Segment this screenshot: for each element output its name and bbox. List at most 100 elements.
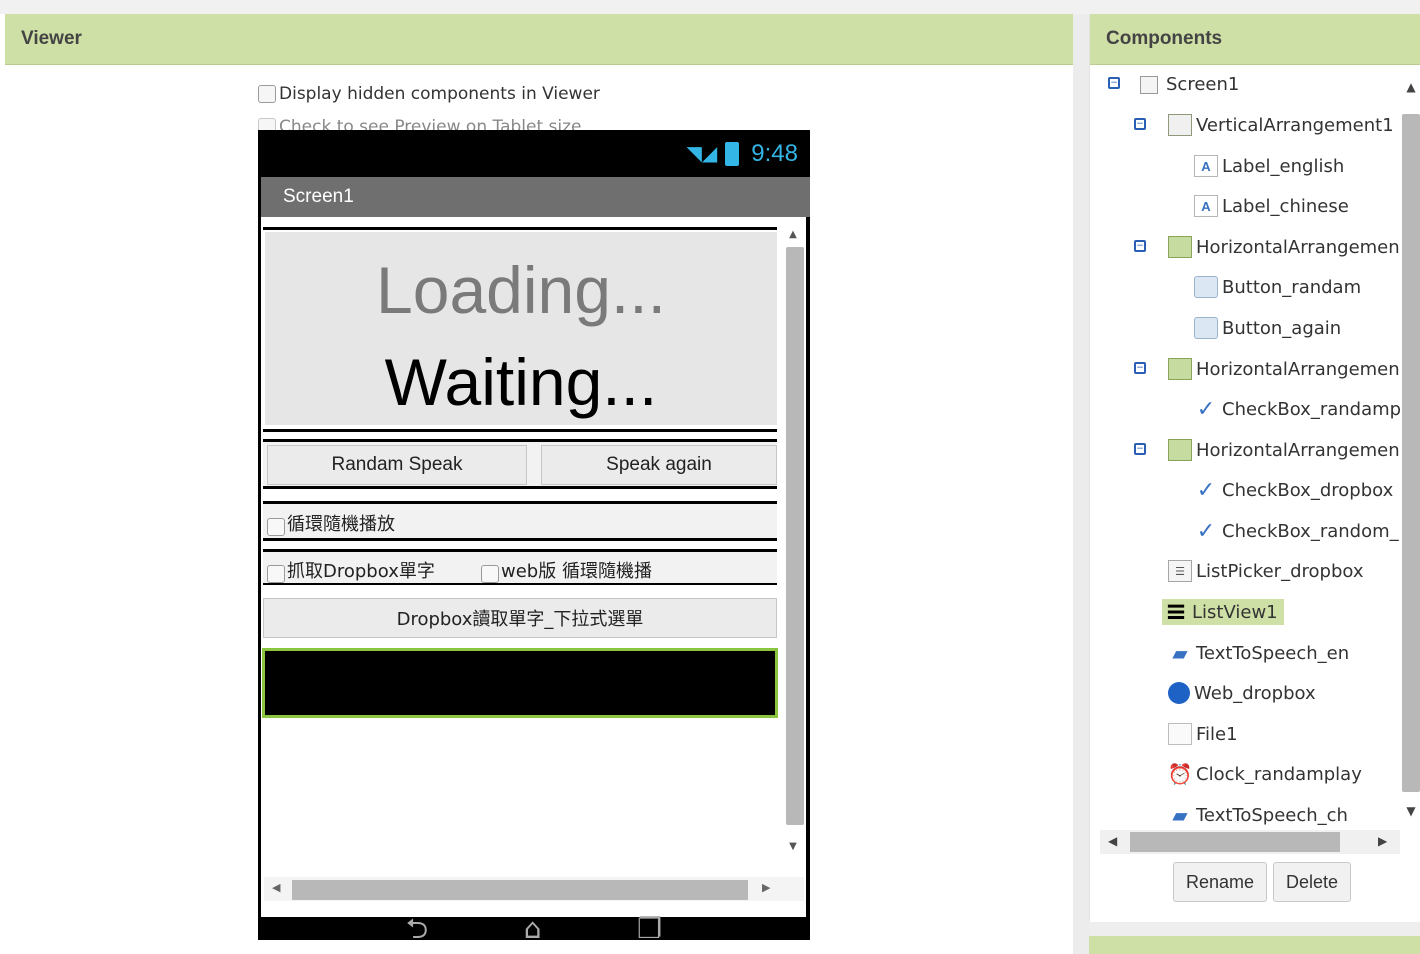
components-hscroll-thumb[interactable] [1130,832,1340,852]
web-loop-checkbox[interactable]: web版 循環隨機播 [481,557,652,583]
tree-node-label-english[interactable]: A Label_english [1194,155,1344,177]
tree-label: ListView1 [1192,601,1278,623]
tree-node-checkbox-random[interactable]: ✓ CheckBox_random_ [1194,518,1399,544]
scroll-up-icon[interactable]: ▲ [1402,80,1420,94]
tree-node-checkbox-dropbox[interactable]: ✓ CheckBox_dropbox [1194,478,1394,503]
tree-label: TextToSpeech_ch [1196,804,1348,826]
battery-icon [725,141,740,166]
components-scroll-thumb[interactable] [1402,114,1420,792]
tree-label: VerticalArrangement1 [1196,114,1394,136]
status-bar: ◥◢ 9:48 [258,130,810,177]
phone-horizontal-scrollbar[interactable]: ◀ ▶ [264,877,804,901]
button-icon [1194,317,1218,339]
tree-node-label-chinese[interactable]: A Label_chinese [1194,195,1349,217]
tree-node-checkbox-randamp[interactable]: ✓ CheckBox_randamp [1194,397,1401,422]
recent-apps-icon[interactable]: ❐ [637,915,662,941]
collapse-icon[interactable]: − [1134,118,1146,130]
scroll-up-icon[interactable]: ▲ [783,227,803,243]
horizontal-arrangement-loop[interactable]: 循環隨機播放 [263,501,777,541]
texttospeech-icon: ▰ [1172,641,1188,665]
label-english[interactable]: Loading... [265,252,777,328]
status-time: 9:48 [751,139,798,167]
phone-vertical-scrollbar[interactable]: ▲ ▼ [783,227,804,867]
collapse-icon[interactable]: − [1134,240,1146,252]
panel-gap [1073,14,1089,954]
tree-label: File1 [1196,723,1238,745]
dropbox-listpicker[interactable]: Dropbox讀取單字_下拉式選單 [263,598,777,638]
tree-node-texttospeech-en[interactable]: ▰ TextToSpeech_en [1168,641,1350,665]
next-panel-edge [1089,922,1420,954]
tree-node-button-again[interactable]: Button_again [1194,317,1341,339]
tree-node-horizontalarrangement-c[interactable]: − HorizontalArrangemen [1134,439,1400,461]
display-hidden-option[interactable]: Display hidden components in Viewer [258,84,600,104]
horizontal-arrangement-buttons[interactable]: Randam Speak Speak again [263,439,777,489]
label-chinese[interactable]: Waiting... [265,344,777,420]
loop-random-box[interactable] [267,518,285,536]
random-speak-button[interactable]: Randam Speak [267,445,527,485]
tree-label: Clock_randamplay [1196,763,1362,785]
wifi-signal-icon: ◥◢ [686,143,718,165]
web-icon [1168,682,1190,704]
clock-icon: ⏰ [1167,762,1193,786]
dropbox-checkbox[interactable]: 抓取Dropbox單字 [267,557,435,583]
components-vertical-scrollbar[interactable]: ▲ ▼ [1402,74,1420,834]
listview-selected[interactable] [262,648,778,718]
tree-node-screen1[interactable]: − Screen1 [1108,74,1239,95]
android-nav-bar: ⮌ ⌂ ❐ [258,915,810,941]
tree-node-listpicker-dropbox[interactable]: ☰ ListPicker_dropbox [1168,560,1363,582]
horizontal-arrangement-dropbox[interactable]: 抓取Dropbox單字 web版 循環隨機播 [263,549,777,585]
horizontal-scroll-thumb[interactable] [292,880,748,900]
vertical-scroll-thumb[interactable] [786,247,804,825]
scroll-down-icon[interactable]: ▼ [1402,804,1420,818]
collapse-icon[interactable]: − [1134,443,1146,455]
tree-node-button-randam[interactable]: Button_randam [1194,276,1361,298]
tree-label: CheckBox_dropbox [1222,479,1394,501]
web-loop-box[interactable] [481,565,499,583]
tree-label: Button_randam [1222,276,1362,298]
checkbox-icon: ✓ [1196,518,1216,544]
tree-label: HorizontalArrangemen [1196,439,1400,461]
loop-random-checkbox[interactable]: 循環隨機播放 [267,510,395,536]
horizontal-arrangement-icon [1168,236,1192,258]
scroll-left-icon[interactable]: ◀ [1108,834,1117,848]
tree-node-texttospeech-ch[interactable]: ▰ TextToSpeech_ch [1168,803,1348,827]
screen-title-bar: Screen1 [261,177,810,217]
dropbox-box[interactable] [267,565,285,583]
components-panel: Components − Screen1 − VerticalArrangeme… [1089,14,1420,922]
vertical-arrangement[interactable]: Loading... Waiting... [263,227,777,432]
display-hidden-label: Display hidden components in Viewer [279,84,600,104]
horizontal-arrangement-icon [1168,358,1192,380]
rename-button[interactable]: Rename [1173,862,1268,902]
texttospeech-icon: ▰ [1172,803,1188,827]
tree-node-clock-randamplay[interactable]: ⏰ Clock_randamplay [1167,762,1362,786]
tree-node-file1[interactable]: File1 [1168,723,1238,745]
tree-node-verticalarrangement1[interactable]: − VerticalArrangement1 [1134,114,1394,136]
scroll-right-icon[interactable]: ▶ [1378,834,1387,848]
collapse-icon[interactable]: − [1108,77,1120,89]
component-tree[interactable]: − Screen1 − VerticalArrangement1 A Label… [1090,66,1402,831]
tree-label: Label_english [1222,155,1345,177]
scroll-right-icon[interactable]: ▶ [762,881,770,894]
speak-again-button[interactable]: Speak again [541,445,777,485]
components-horizontal-scrollbar[interactable]: ◀ ▶ [1100,830,1400,854]
tree-node-listview1[interactable]: ≡ ListView1 [1162,597,1284,627]
display-hidden-checkbox[interactable] [258,85,276,103]
phone-preview: ◥◢ 9:48 Screen1 Loading... Waiting... Ra… [258,130,810,940]
tree-node-web-dropbox[interactable]: Web_dropbox [1168,682,1316,704]
tree-label: Button_again [1222,317,1342,339]
back-icon[interactable]: ⮌ [406,915,428,941]
home-icon[interactable]: ⌂ [524,915,542,941]
tree-label: ListPicker_dropbox [1196,560,1364,582]
tree-label: TextToSpeech_en [1196,642,1350,664]
listview-icon: ≡ [1165,597,1187,627]
tree-node-horizontalarrangement-b[interactable]: − HorizontalArrangemen [1134,358,1400,380]
tree-label: Label_chinese [1222,195,1349,217]
collapse-icon[interactable]: − [1134,362,1146,374]
scroll-left-icon[interactable]: ◀ [272,881,280,894]
delete-button[interactable]: Delete [1273,862,1352,902]
next-panel-header [1089,936,1420,954]
scroll-down-icon[interactable]: ▼ [783,839,803,855]
button-icon [1194,276,1218,298]
tree-node-horizontalarrangement-a[interactable]: − HorizontalArrangemen [1134,236,1400,258]
label-icon: A [1194,195,1218,217]
